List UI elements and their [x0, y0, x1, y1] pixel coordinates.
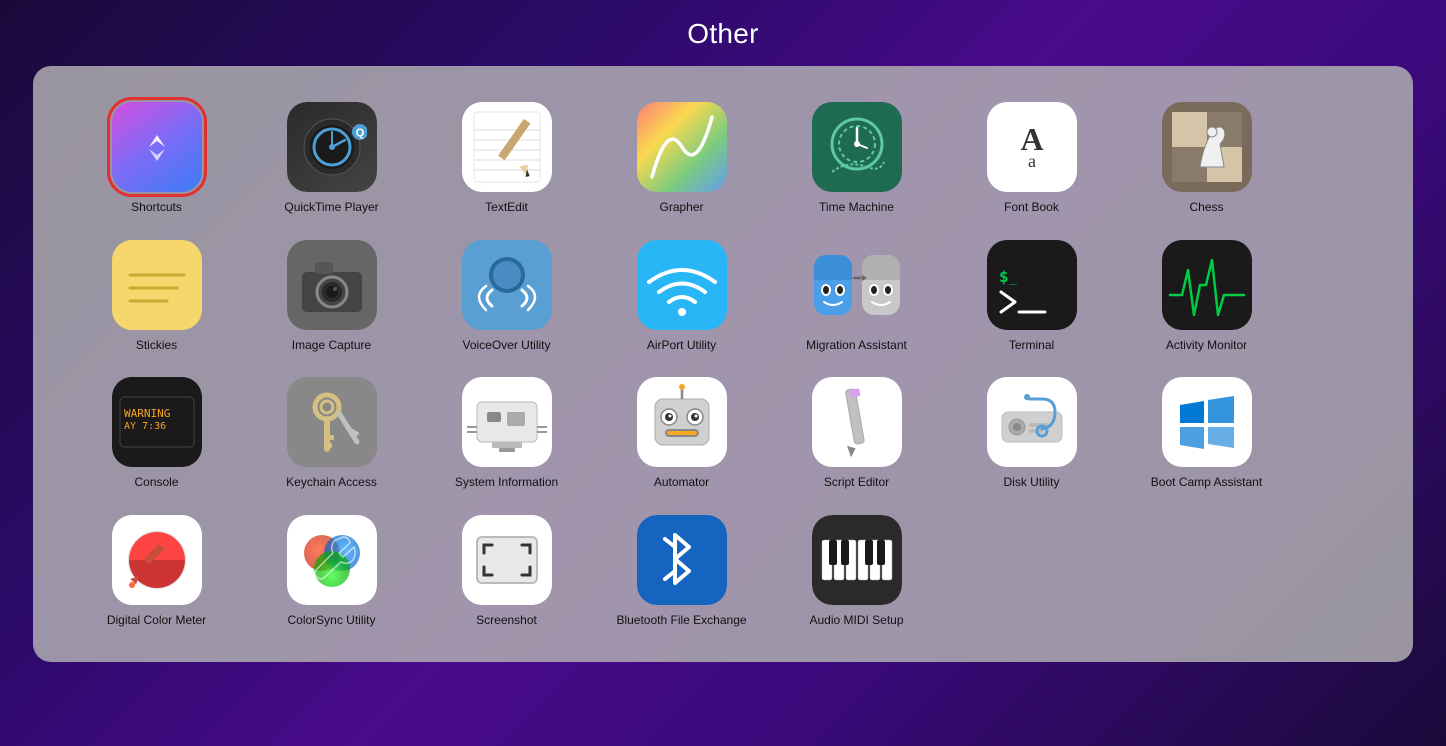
app-diskutility[interactable]: Disk Utility: [944, 369, 1119, 497]
svg-text:_: _: [1009, 271, 1017, 286]
app-icon-chess: [1162, 102, 1252, 192]
app-icon-textedit: [462, 102, 552, 192]
apps-grid: Shortcuts Q QuickTime: [33, 66, 1413, 662]
app-icon-timemachine: [812, 102, 902, 192]
app-stickies[interactable]: Stickies: [69, 232, 244, 360]
app-colorimeter[interactable]: Digital Color Meter: [69, 507, 244, 635]
app-icon-console: WARNING AY 7:36: [112, 377, 202, 467]
svg-text:$: $: [999, 267, 1009, 286]
app-label-stickies: Stickies: [136, 338, 177, 354]
app-label-timemachine: Time Machine: [819, 200, 894, 216]
app-audiomidi[interactable]: Audio MIDI Setup: [769, 507, 944, 635]
app-icon-quicktime: Q: [287, 102, 377, 192]
app-label-voiceover: VoiceOver Utility: [462, 338, 550, 354]
apps-row-2: Stickies Image Captu: [69, 232, 1377, 360]
app-icon-voiceover: [462, 240, 552, 330]
app-label-grapher: Grapher: [659, 200, 703, 216]
app-bootcamp[interactable]: Boot Camp Assistant: [1119, 369, 1294, 497]
page-title: Other: [687, 18, 759, 50]
app-icon-imagecapture: [287, 240, 377, 330]
app-icon-stickies: [112, 240, 202, 330]
app-label-scripteditor: Script Editor: [824, 475, 889, 491]
app-icon-activitymonitor: [1162, 240, 1252, 330]
app-label-quicktime: QuickTime Player: [284, 200, 378, 216]
app-timemachine[interactable]: Time Machine: [769, 94, 944, 222]
app-icon-sysinfo: [462, 377, 552, 467]
app-airport[interactable]: AirPort Utility: [594, 232, 769, 360]
app-screenshot[interactable]: Screenshot: [419, 507, 594, 635]
app-terminal[interactable]: $ _ Terminal: [944, 232, 1119, 360]
app-icon-bluetooth: [637, 515, 727, 605]
app-label-shortcuts: Shortcuts: [131, 200, 182, 216]
app-label-chess: Chess: [1189, 200, 1223, 216]
app-label-colorsync: ColorSync Utility: [287, 613, 375, 629]
app-quicktime[interactable]: Q QuickTime Player: [244, 94, 419, 222]
svg-text:AY 7:36: AY 7:36: [124, 421, 166, 432]
app-activitymonitor[interactable]: Activity Monitor: [1119, 232, 1294, 360]
app-grapher[interactable]: Grapher: [594, 94, 769, 222]
app-chess[interactable]: Chess: [1119, 94, 1294, 222]
app-label-migration: Migration Assistant: [806, 338, 907, 354]
app-icon-colorsync: [287, 515, 377, 605]
app-label-console: Console: [134, 475, 178, 491]
app-imagecapture[interactable]: Image Capture: [244, 232, 419, 360]
app-icon-diskutility: [987, 377, 1077, 467]
app-label-sysinfo: System Information: [455, 475, 558, 491]
app-bluetooth[interactable]: Bluetooth File Exchange: [594, 507, 769, 635]
app-icon-terminal: $ _: [987, 240, 1077, 330]
app-label-bootcamp: Boot Camp Assistant: [1151, 475, 1262, 491]
app-label-imagecapture: Image Capture: [292, 338, 371, 354]
app-icon-grapher: [637, 102, 727, 192]
apps-row-1: Shortcuts Q QuickTime: [69, 94, 1377, 222]
app-console[interactable]: WARNING AY 7:36 Console: [69, 369, 244, 497]
svg-text:WARNING: WARNING: [124, 407, 170, 420]
app-label-automator: Automator: [654, 475, 709, 491]
app-scripteditor[interactable]: Script Editor: [769, 369, 944, 497]
app-label-fontbook: Font Book: [1004, 200, 1059, 216]
app-textedit[interactable]: TextEdit: [419, 94, 594, 222]
app-colorsync[interactable]: ColorSync Utility: [244, 507, 419, 635]
app-icon-screenshot: [462, 515, 552, 605]
app-fontbook[interactable]: A a Font Book: [944, 94, 1119, 222]
app-automator[interactable]: Automator: [594, 369, 769, 497]
app-label-bluetooth: Bluetooth File Exchange: [616, 613, 746, 629]
app-icon-automator: [637, 377, 727, 467]
app-icon-fontbook: A a: [987, 102, 1077, 192]
app-shortcuts[interactable]: Shortcuts: [69, 94, 244, 222]
app-icon-keychain: [287, 377, 377, 467]
app-sysinfo[interactable]: System Information: [419, 369, 594, 497]
app-label-screenshot: Screenshot: [476, 613, 537, 629]
svg-text:a: a: [1028, 151, 1036, 171]
app-keychain[interactable]: Keychain Access: [244, 369, 419, 497]
app-label-activitymonitor: Activity Monitor: [1166, 338, 1247, 354]
app-icon-audiomidi: [812, 515, 902, 605]
apps-row-3: WARNING AY 7:36 Console: [69, 369, 1377, 497]
app-icon-shortcuts: [112, 102, 202, 192]
app-label-keychain: Keychain Access: [286, 475, 377, 491]
app-label-textedit: TextEdit: [485, 200, 528, 216]
app-icon-colorimeter: [112, 515, 202, 605]
apps-row-4: Digital Color Meter: [69, 507, 1377, 635]
app-icon-scripteditor: [812, 377, 902, 467]
svg-text:Q: Q: [355, 127, 364, 139]
app-icon-bootcamp: [1162, 377, 1252, 467]
app-label-colorimeter: Digital Color Meter: [107, 613, 206, 629]
app-label-audiomidi: Audio MIDI Setup: [809, 613, 903, 629]
app-icon-migration: [812, 240, 902, 330]
app-label-diskutility: Disk Utility: [1004, 475, 1060, 491]
app-label-terminal: Terminal: [1009, 338, 1054, 354]
app-voiceover[interactable]: VoiceOver Utility: [419, 232, 594, 360]
app-migration[interactable]: Migration Assistant: [769, 232, 944, 360]
app-label-airport: AirPort Utility: [647, 338, 716, 354]
app-icon-airport: [637, 240, 727, 330]
